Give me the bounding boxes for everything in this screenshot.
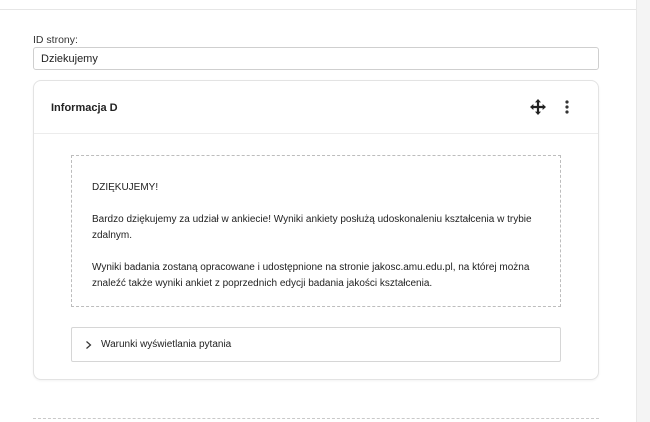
chevron-right-icon [86, 341, 92, 349]
scrollbar-track[interactable] [636, 0, 650, 422]
page-id-label: ID strony: [33, 34, 78, 46]
next-section-divider [33, 418, 599, 419]
top-divider [0, 9, 636, 10]
card-title: Informacja D [51, 102, 118, 114]
content-heading: DZIĘKUJEMY! [92, 182, 159, 193]
card-header: Informacja D [34, 81, 598, 134]
page-id-input[interactable] [33, 47, 599, 70]
display-conditions-label: Warunki wyświetlania pytania [101, 339, 232, 350]
content-paragraph-2: Wyniki badania zostaną opracowane i udos… [92, 262, 530, 289]
question-card: Informacja D DZIĘKUJEMY! Bardzo dziękuje… [33, 80, 599, 380]
info-content-box: DZIĘKUJEMY! Bardzo dziękujemy za udział … [71, 155, 561, 307]
editor-main: ID strony: Informacja D DZIĘKUJEMY! Bard… [0, 0, 636, 422]
more-vertical-icon[interactable] [561, 99, 573, 115]
move-arrows-icon[interactable] [530, 99, 546, 115]
content-paragraph-1: Bardzo dziękujemy za udział w ankiecie! … [92, 214, 532, 241]
display-conditions-toggle[interactable]: Warunki wyświetlania pytania [71, 327, 561, 362]
